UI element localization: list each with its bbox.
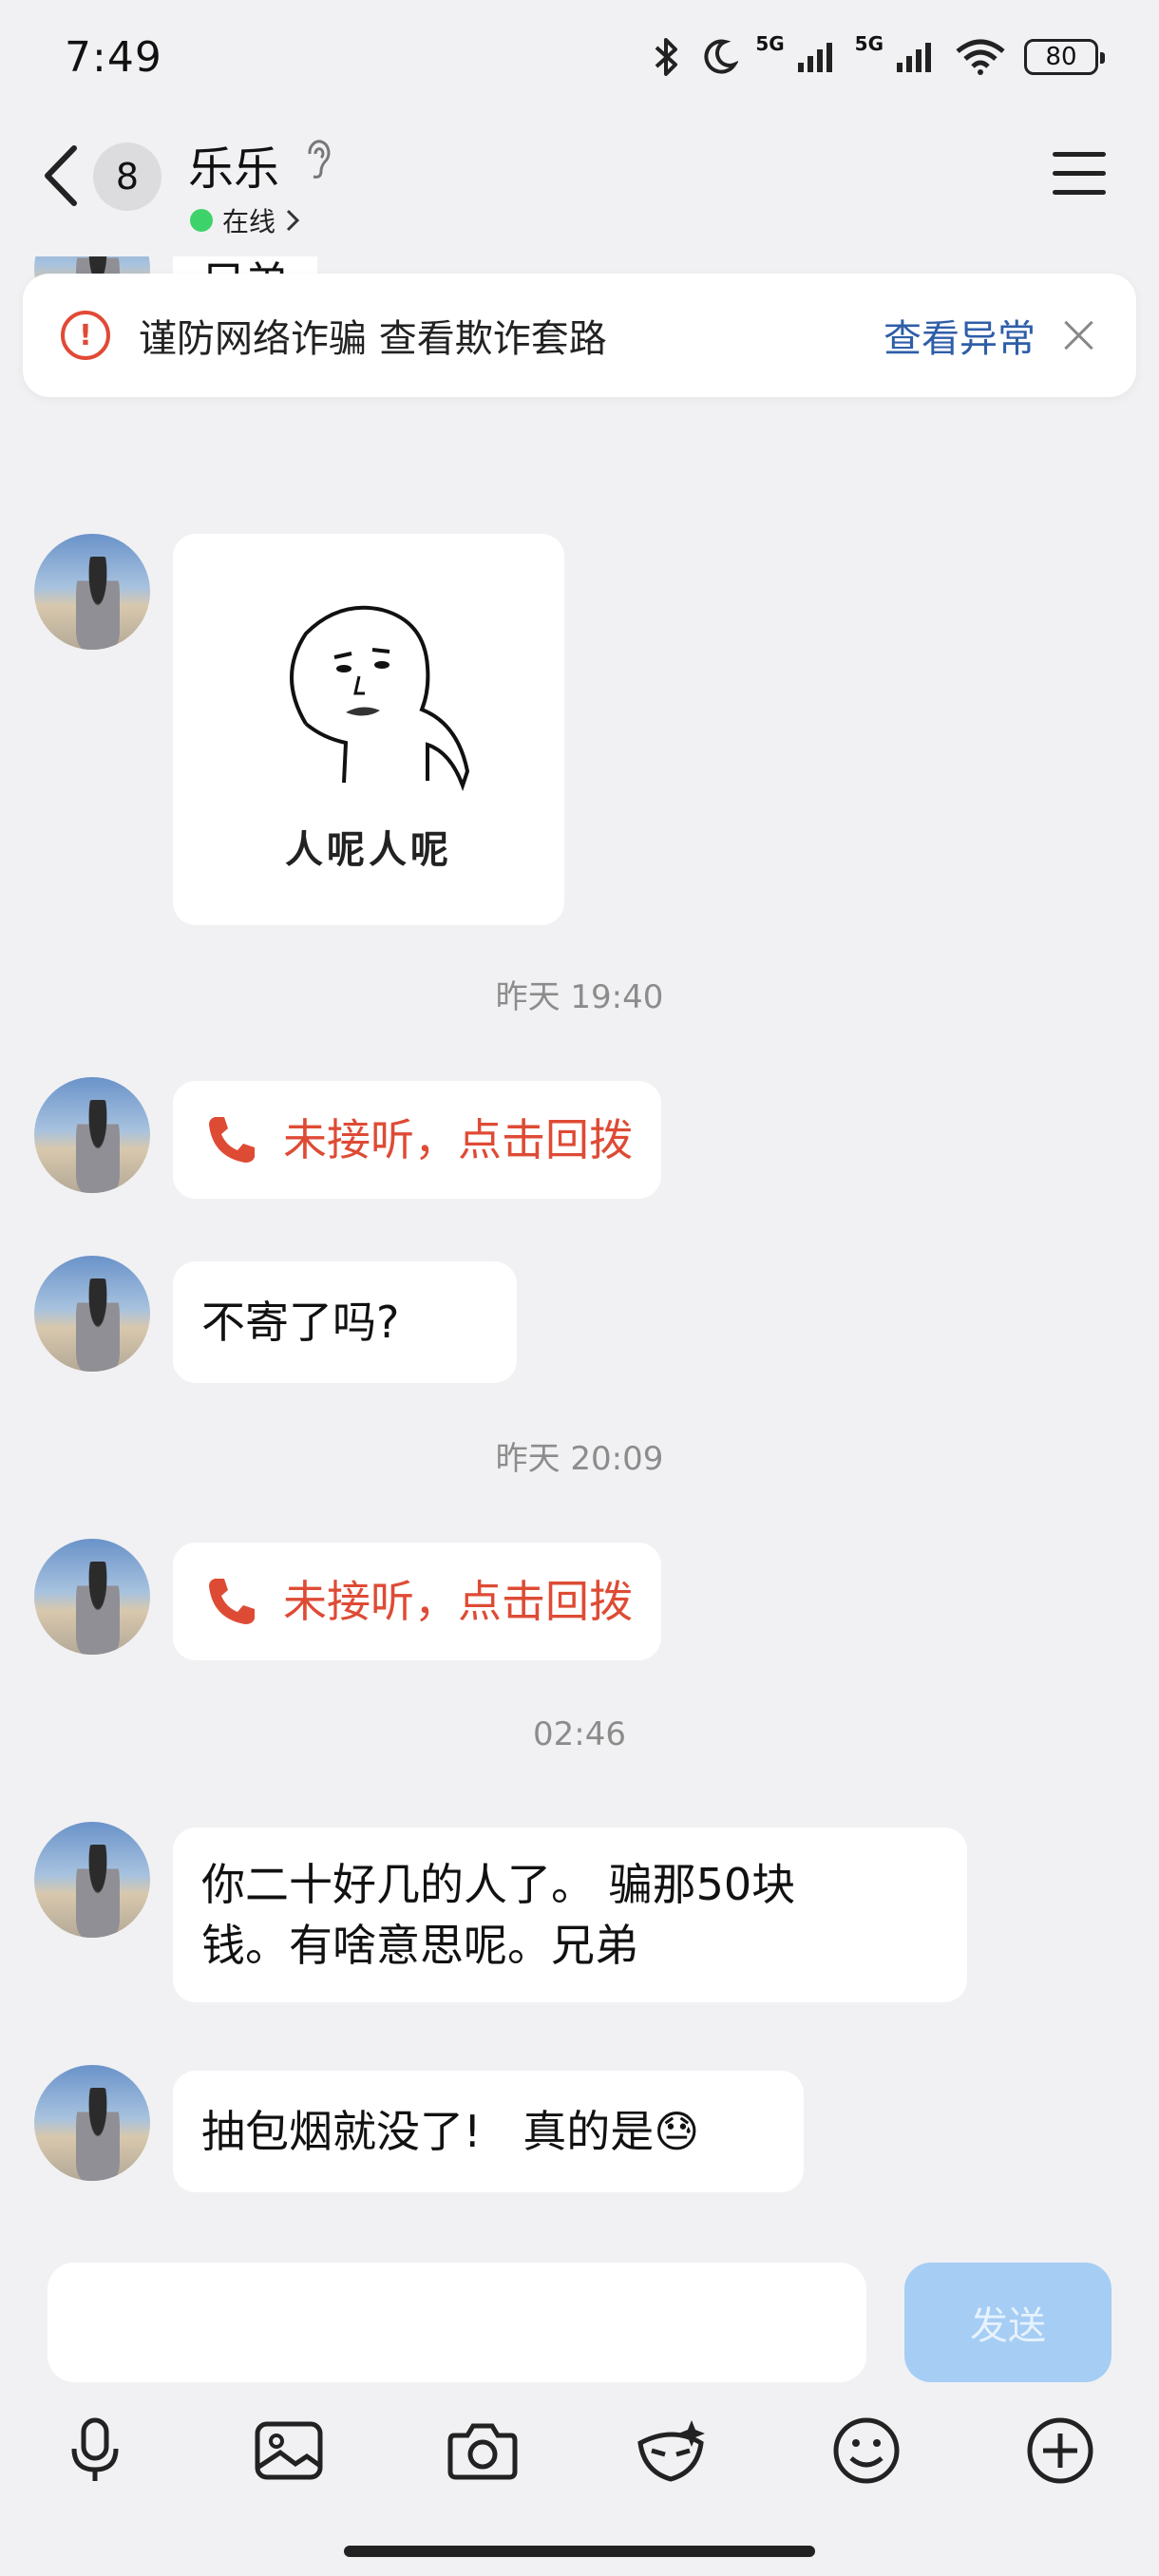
sticker-face-icon bbox=[290, 605, 470, 792]
filter-icon[interactable] bbox=[635, 2413, 711, 2489]
timestamp: 02:46 bbox=[533, 1715, 626, 1753]
phone-icon bbox=[209, 1117, 255, 1163]
sticker-caption: 人呢人呢 bbox=[285, 828, 452, 872]
message-line: 钱。有啥意思呢。兄弟 bbox=[201, 1920, 638, 1971]
message-input[interactable] bbox=[48, 2263, 866, 2382]
home-indicator[interactable] bbox=[344, 2546, 815, 2557]
fraud-warning-banner: ! 谨防网络诈骗 查看欺诈套路 查看异常 bbox=[23, 274, 1136, 397]
contact-avatar[interactable] bbox=[34, 534, 150, 650]
sticker-message[interactable]: 人呢人呢 bbox=[173, 534, 564, 925]
ear-icon bbox=[308, 140, 331, 179]
contact-avatar[interactable] bbox=[34, 2065, 150, 2181]
chat-header: 8 乐乐 在线 bbox=[0, 114, 1159, 256]
status-icons: 5G 5G 80 bbox=[651, 32, 1105, 78]
contact-avatar[interactable] bbox=[34, 1539, 150, 1655]
send-button[interactable]: 发送 bbox=[904, 2263, 1112, 2382]
online-dot bbox=[190, 209, 213, 232]
status-bar: 7:49 5G 5G 80 bbox=[0, 0, 1159, 114]
input-area: 发送 bbox=[0, 2242, 1159, 2576]
chevron-right-icon bbox=[286, 209, 300, 232]
menu-icon[interactable] bbox=[1053, 152, 1106, 196]
emoji-icon[interactable] bbox=[828, 2413, 904, 2489]
microphone-icon[interactable] bbox=[57, 2413, 133, 2489]
message-bubble[interactable]: 不寄了吗? bbox=[173, 1261, 517, 1383]
message-list[interactable]: 兄弟 人呢人呢 昨天 19:40 未接听，点击回拨 不寄了吗? 昨天 20:09… bbox=[0, 256, 1159, 2242]
signal-icon-2 bbox=[897, 43, 931, 72]
phone-icon bbox=[209, 1579, 255, 1624]
contact-avatar[interactable] bbox=[34, 1822, 150, 1938]
moon-icon bbox=[704, 39, 739, 74]
wifi-icon bbox=[956, 39, 1005, 75]
missed-call-text: 未接听，点击回拨 bbox=[283, 1114, 633, 1165]
contact-avatar[interactable] bbox=[34, 1256, 150, 1372]
bluetooth-icon bbox=[655, 38, 678, 76]
close-icon[interactable] bbox=[1060, 316, 1098, 354]
warning-icon: ! bbox=[61, 311, 110, 360]
contact-avatar[interactable] bbox=[34, 1077, 150, 1193]
online-status-text: 在线 bbox=[222, 206, 276, 237]
warning-text[interactable]: 谨防网络诈骗 查看欺诈套路 bbox=[139, 308, 884, 363]
online-status[interactable]: 在线 bbox=[190, 201, 300, 239]
camera-icon[interactable] bbox=[445, 2413, 521, 2489]
timestamp: 昨天 19:40 bbox=[495, 978, 664, 1016]
input-toolbar bbox=[0, 2413, 1159, 2508]
missed-call-text: 未接听，点击回拨 bbox=[283, 1576, 633, 1627]
signal-icon bbox=[797, 43, 832, 72]
contact-name[interactable]: 乐乐 bbox=[188, 131, 279, 198]
view-abnormal-link[interactable]: 查看异常 bbox=[884, 308, 1036, 363]
plus-icon[interactable] bbox=[1022, 2413, 1098, 2489]
message-bubble[interactable]: 你二十好几的人了。 骗那50块 钱。有啥意思呢。兄弟 bbox=[173, 1828, 967, 2002]
message-bubble[interactable]: 抽包烟就没了! 真的是😓 bbox=[173, 2071, 804, 2192]
image-icon[interactable] bbox=[251, 2413, 327, 2489]
missed-call-bubble[interactable]: 未接听，点击回拨 bbox=[173, 1081, 661, 1199]
signal-label-1: 5G bbox=[755, 32, 785, 55]
back-arrow-icon[interactable] bbox=[38, 142, 86, 209]
timestamp: 昨天 20:09 bbox=[495, 1440, 664, 1478]
message-line: 你二十好几的人了。 骗那50块 bbox=[201, 1859, 796, 1910]
unread-count-badge[interactable]: 8 bbox=[93, 142, 162, 211]
signal-label-2: 5G bbox=[854, 32, 884, 55]
status-time: 7:49 bbox=[65, 32, 162, 82]
battery-indicator: 80 bbox=[1024, 39, 1105, 75]
missed-call-bubble[interactable]: 未接听，点击回拨 bbox=[173, 1543, 661, 1660]
